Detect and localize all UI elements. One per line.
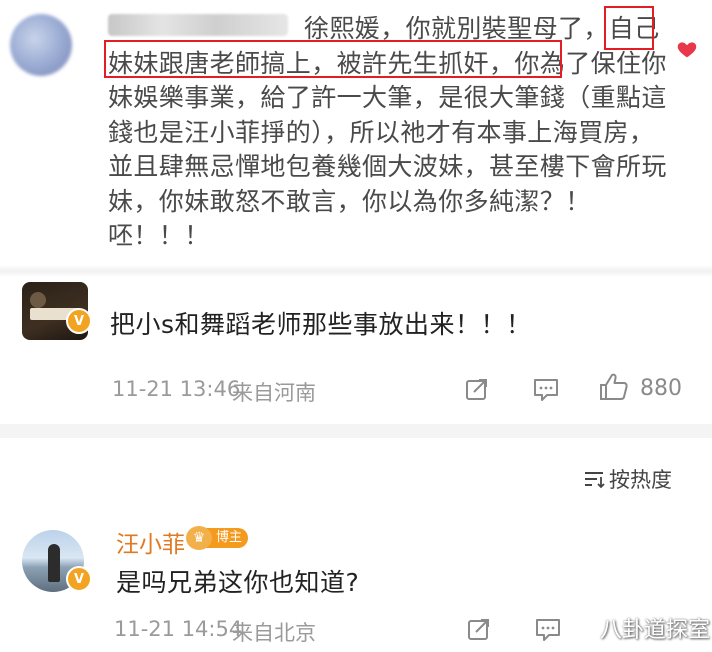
share-icon[interactable] bbox=[466, 616, 492, 642]
verified-badge-icon: V bbox=[66, 308, 92, 334]
reply-text: 是吗兄弟这你也知道? bbox=[116, 568, 360, 597]
section-divider bbox=[0, 265, 712, 277]
heart-icon[interactable] bbox=[676, 38, 698, 60]
comment-text: 把小s和舞蹈老师那些事放出来！！！ bbox=[110, 310, 532, 339]
highlight-box bbox=[104, 40, 562, 78]
like-icon[interactable] bbox=[598, 372, 630, 402]
blurred-avatar bbox=[10, 14, 72, 76]
blogger-badge-label: 博主 bbox=[206, 528, 249, 548]
like-count: 880 bbox=[640, 376, 682, 401]
sort-by-hot-button[interactable]: 按热度 bbox=[583, 464, 672, 494]
highlight-box bbox=[604, 6, 654, 50]
sort-label: 按热度 bbox=[609, 468, 672, 492]
comment-icon[interactable] bbox=[532, 376, 560, 402]
verified-badge-icon: V bbox=[66, 566, 92, 592]
sort-icon bbox=[585, 472, 605, 489]
watermark: 八卦道探室 bbox=[600, 618, 711, 643]
share-icon[interactable] bbox=[464, 376, 490, 402]
blogger-badge: ♛ 博主 bbox=[186, 526, 249, 550]
comment-time: 11-21 13:46 bbox=[112, 377, 241, 401]
reply-author-name[interactable]: 汪小菲 bbox=[116, 525, 185, 559]
section-divider bbox=[0, 424, 712, 438]
comment-icon[interactable] bbox=[534, 616, 562, 642]
reply-time: 11-21 14:54 bbox=[114, 617, 243, 641]
crown-icon: ♛ bbox=[186, 526, 212, 550]
comment-location: 来自河南 bbox=[232, 381, 316, 405]
reply-location: 来自北京 bbox=[232, 621, 316, 645]
